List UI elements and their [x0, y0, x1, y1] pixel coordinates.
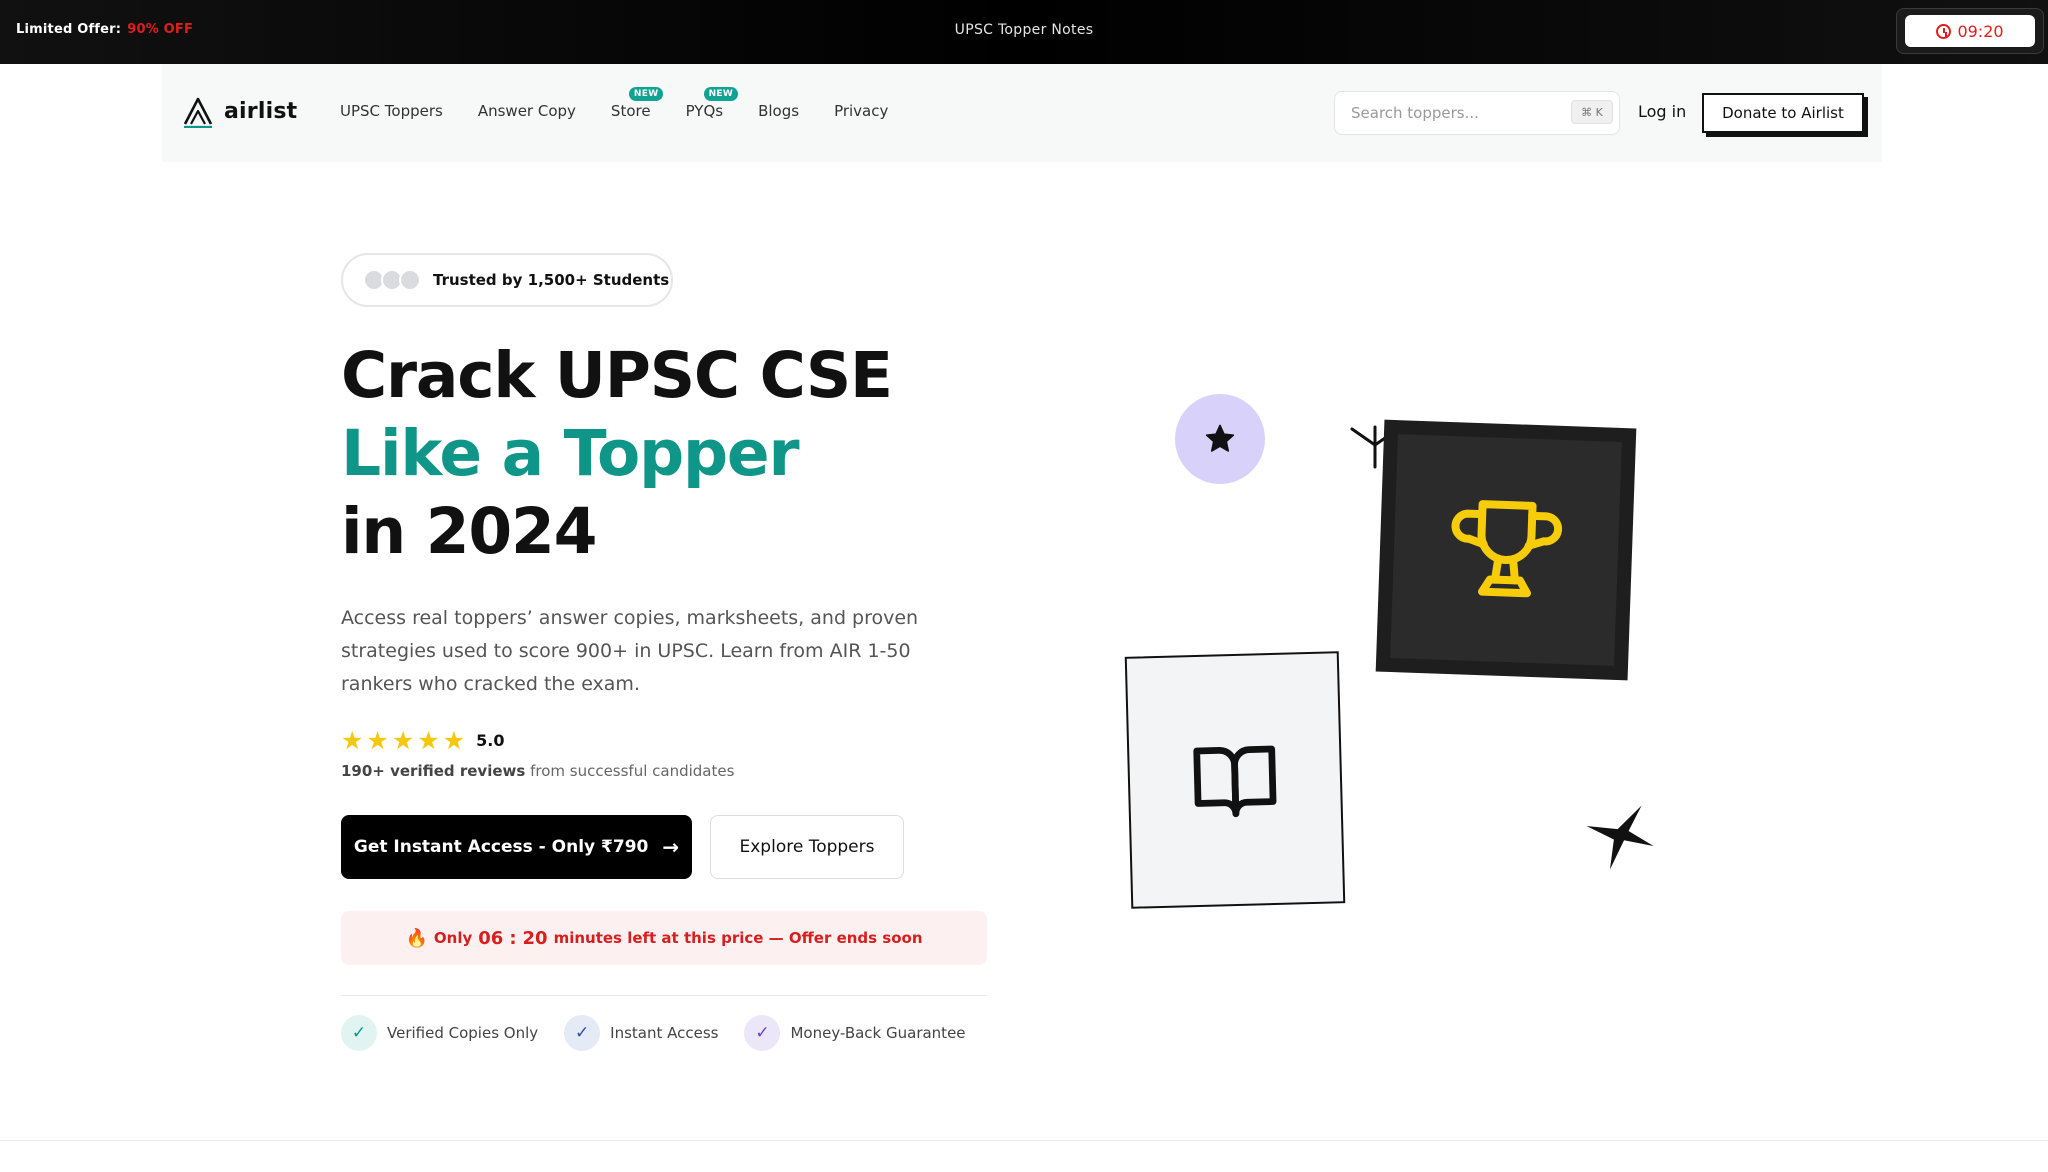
- new-badge: NEW: [703, 87, 739, 101]
- clock-icon: [1936, 23, 1952, 39]
- explore-toppers-button[interactable]: Explore Toppers: [710, 815, 904, 879]
- star-badge: [1175, 394, 1265, 484]
- trust-text: Trusted by 1,500+ Students: [433, 271, 670, 289]
- navbar: airlist UPSC Toppers Answer Copy NEW Stor…: [162, 64, 1882, 162]
- nav-link-label: Blogs: [758, 102, 800, 120]
- feature-list: ✓ Verified Copies Only ✓ Instant Access …: [341, 1015, 966, 1051]
- check-icon: ✓: [564, 1015, 601, 1051]
- avatar-stack: [363, 269, 421, 291]
- urgency-suffix: minutes left at this price — Offer ends …: [553, 929, 923, 947]
- hero-description: Access real toppers’ answer copies, mark…: [341, 607, 919, 695]
- feature-label: Money-Back Guarantee: [790, 1024, 966, 1042]
- trophy-card: [1375, 419, 1637, 681]
- trophy-card-inner: [1390, 434, 1622, 666]
- trust-badge: Trusted by 1,500+ Students: [341, 253, 673, 307]
- divider: [341, 995, 987, 996]
- airlist-logo-icon: [183, 97, 213, 128]
- open-book-icon: [1193, 745, 1277, 818]
- feature-label: Verified Copies Only: [387, 1024, 539, 1042]
- headline-line-2: Like a Topper: [341, 417, 800, 490]
- star-icon: ★: [391, 726, 415, 755]
- search-box: ⌘ K: [1334, 91, 1620, 135]
- nav-link-answer-copy[interactable]: Answer Copy: [478, 102, 576, 120]
- timer-value: 09:20: [1957, 21, 2004, 41]
- star-icon: ★: [442, 726, 466, 755]
- promo-title: UPSC Topper Notes: [954, 22, 1094, 38]
- fire-icon: 🔥: [405, 927, 428, 949]
- cta-label: Get Instant Access - Only ₹790: [353, 837, 649, 857]
- reviews-rest: from successful candidates: [530, 762, 735, 780]
- search-shortcut-badge: ⌘ K: [1571, 100, 1613, 124]
- nav-link-label: PYQs: [685, 102, 724, 120]
- avatar: [399, 269, 421, 291]
- nav-link-label: Privacy: [834, 102, 889, 120]
- feature-item: ✓ Money-Back Guarantee: [744, 1015, 966, 1051]
- headline-line-3: in 2024: [341, 495, 598, 568]
- star-icon: ★: [341, 726, 364, 755]
- feature-item: ✓ Verified Copies Only: [341, 1015, 538, 1051]
- check-icon: ✓: [341, 1015, 377, 1051]
- logo-text: airlist: [224, 98, 298, 124]
- get-instant-access-button[interactable]: Get Instant Access - Only ₹790 →: [341, 815, 692, 879]
- rating: ★ ★ ★ ★ ★ 5.0: [341, 728, 504, 753]
- promo-bar: Limited Offer: 90% OFF UPSC Topper Notes …: [0, 0, 2048, 64]
- reviews-text: 190+ verified reviews from successful ca…: [341, 762, 734, 780]
- feature-label: Instant Access: [610, 1024, 719, 1042]
- hero-illustration: [1100, 394, 1680, 954]
- search-input[interactable]: [1351, 104, 1561, 122]
- star-icon: ★: [366, 726, 389, 755]
- urgency-banner: 🔥 Only 06 : 20 minutes left at this pric…: [341, 911, 987, 965]
- rating-value: 5.0: [476, 731, 505, 750]
- nav-link-pyqs[interactable]: NEW PYQs: [685, 87, 739, 120]
- donate-button[interactable]: Donate to Airlist: [1702, 93, 1864, 133]
- arrow-right-icon: →: [662, 835, 680, 859]
- nav-link-label: Answer Copy: [477, 102, 576, 120]
- nav-link-store[interactable]: NEW Store: [610, 87, 664, 120]
- logo[interactable]: airlist: [182, 94, 297, 128]
- main-page: airlist UPSC Toppers Answer Copy NEW Stor…: [0, 64, 2048, 1172]
- urgency-separator: :: [509, 927, 517, 949]
- sparkle-icon: [1586, 805, 1654, 870]
- countdown-timer-frame: 09:20: [1896, 8, 2044, 54]
- new-badge: NEW: [628, 87, 664, 101]
- nav-link-blogs[interactable]: Blogs: [758, 102, 799, 120]
- check-icon: ✓: [744, 1015, 781, 1051]
- nav-link-upsc-toppers[interactable]: UPSC Toppers: [340, 102, 443, 120]
- urgency-prefix: Only: [433, 929, 473, 947]
- trophy-icon: [1451, 500, 1563, 598]
- nav-link-label: Store: [610, 102, 651, 120]
- star-icon: [1205, 424, 1235, 452]
- headline-line-1: Crack UPSC CSE: [341, 339, 893, 412]
- countdown-timer: 09:20: [1905, 15, 2035, 47]
- reviews-count: 190+ verified reviews: [341, 762, 526, 780]
- nav-link-label: UPSC Toppers: [340, 102, 443, 120]
- urgency-minutes: 06: [478, 927, 504, 949]
- star-icon: ★: [417, 726, 440, 755]
- urgency-seconds: 20: [522, 927, 548, 949]
- nav-link-privacy[interactable]: Privacy: [834, 102, 888, 120]
- nav-links: UPSC Toppers Answer Copy NEW Store NEW PYQ…: [340, 87, 923, 120]
- next-section-edge: [0, 1140, 2048, 1172]
- book-card: [1124, 651, 1346, 909]
- feature-item: ✓ Instant Access: [564, 1015, 718, 1051]
- login-link[interactable]: Log in: [1638, 102, 1686, 121]
